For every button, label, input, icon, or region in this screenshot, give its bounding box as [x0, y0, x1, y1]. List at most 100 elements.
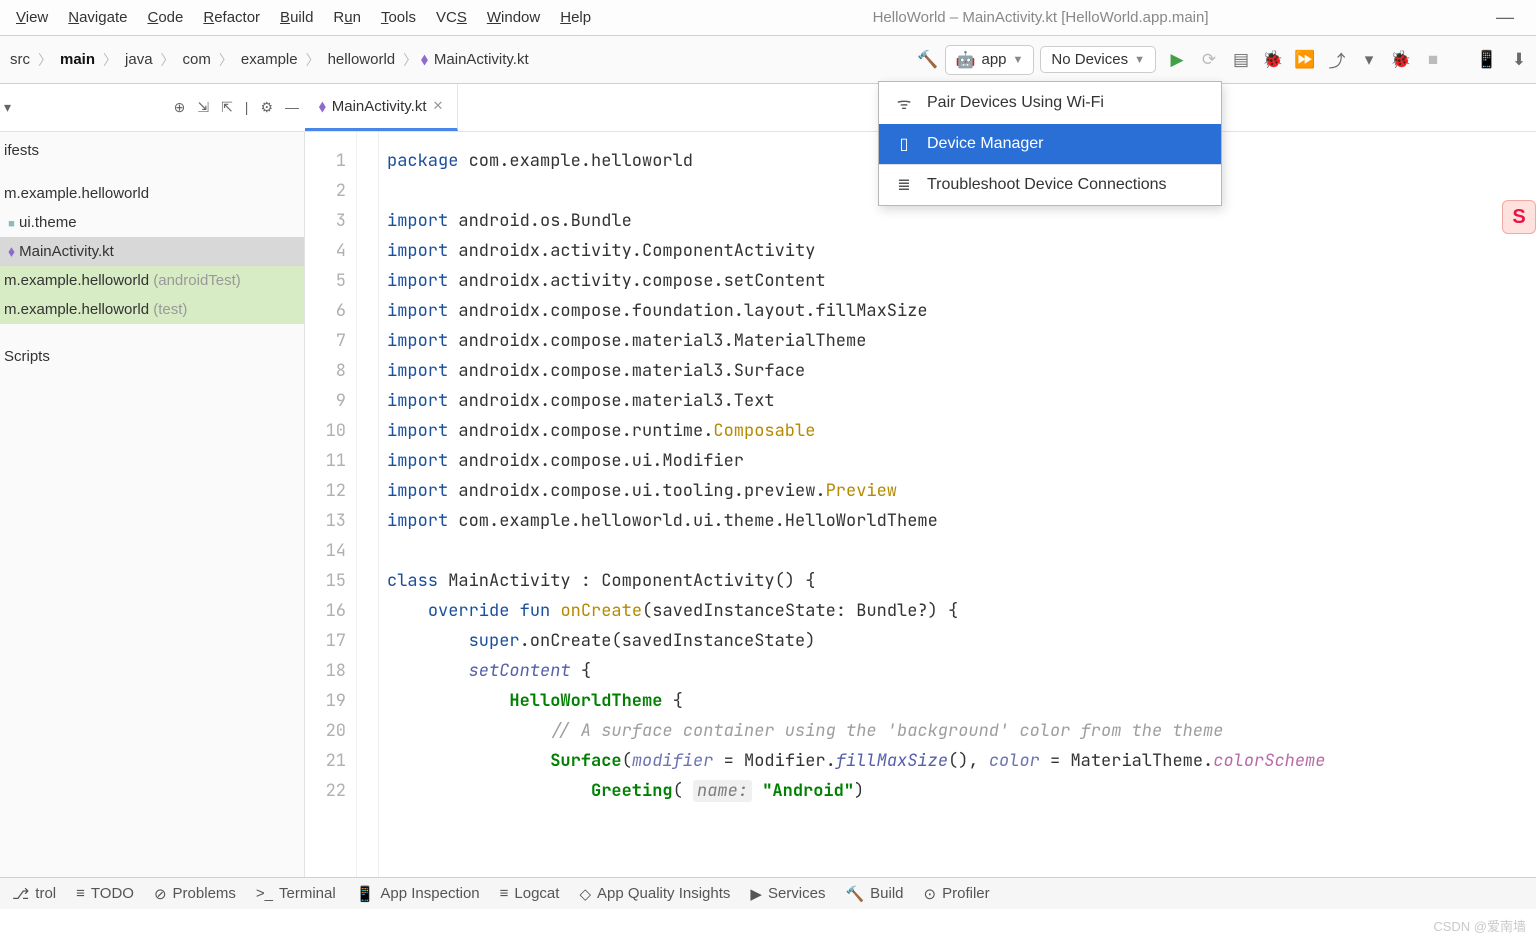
bottom-trol[interactable]: ⎇trol: [12, 885, 56, 903]
device-manager[interactable]: ▯ Device Manager: [879, 124, 1221, 164]
menu-window[interactable]: Window: [477, 5, 550, 30]
bottom-services[interactable]: ▶Services: [750, 885, 825, 903]
menu-refactor[interactable]: Refactor: [193, 5, 270, 30]
menu-run[interactable]: Run: [323, 5, 371, 30]
menu-build[interactable]: Build: [270, 5, 323, 30]
profile-icon[interactable]: ⏩: [1294, 49, 1316, 71]
run-actions: ▶ ⟳ ▤ 🐞 ⏩ ⤴ ▾ 🐞 ■ 📱 ⬇: [1166, 49, 1530, 71]
hammer-icon[interactable]: 🔨: [917, 49, 939, 71]
tool-icon: 🔨: [845, 885, 864, 903]
attach-icon[interactable]: ⤴: [1326, 49, 1348, 71]
tool-icon: >_: [256, 885, 273, 902]
tree-package[interactable]: m.example.helloworld: [0, 179, 304, 208]
devices-popup: ᯤ Pair Devices Using Wi-Fi ▯ Device Mana…: [878, 81, 1222, 206]
bottom-profiler[interactable]: ⊙Profiler: [924, 885, 990, 903]
tree-scripts[interactable]: Scripts: [0, 338, 304, 371]
minimize-icon[interactable]: —: [1480, 7, 1530, 28]
coverage-icon[interactable]: ▤: [1230, 49, 1252, 71]
bottom-app inspection[interactable]: 📱App Inspection: [356, 885, 480, 903]
chevron-icon: 〉: [304, 50, 322, 70]
tool-icon: ⊙: [924, 885, 937, 903]
crumb-file[interactable]: MainActivity.kt: [430, 49, 533, 70]
project-tree: ifests m.example.helloworld ■ ui.theme ⬧…: [0, 132, 305, 909]
breadcrumbs: src〉 main〉 java〉 com〉 example〉 helloworl…: [0, 49, 917, 70]
caret-down-icon: ▼: [1013, 54, 1024, 66]
menu-view[interactable]: VViewiew: [6, 5, 58, 30]
menu-navigate[interactable]: Navigate: [58, 5, 137, 30]
main-toolbar: src〉 main〉 java〉 com〉 example〉 helloworl…: [0, 36, 1536, 84]
more-run-icon[interactable]: ▾: [1358, 49, 1380, 71]
stop-icon[interactable]: ■: [1422, 49, 1444, 71]
pair-devices-wifi[interactable]: ᯤ Pair Devices Using Wi-Fi: [879, 82, 1221, 124]
tool-icon: ◇: [579, 885, 591, 903]
bottom-toolbar: ⎇trol ≡TODO ⊘Problems >_Terminal 📱App Inspec…: [0, 877, 1536, 909]
tree-theme[interactable]: ■ ui.theme: [0, 208, 304, 237]
wifi-icon: ᯤ: [895, 92, 913, 114]
bottom-todo[interactable]: ≡TODO: [76, 885, 134, 902]
run-config-label: app: [981, 51, 1006, 68]
crumb-src[interactable]: src: [6, 49, 34, 70]
target-icon[interactable]: ⊕: [174, 99, 186, 116]
expand-icon[interactable]: ⇲: [197, 99, 209, 116]
crumb-main[interactable]: main: [56, 49, 99, 70]
hide-icon[interactable]: —: [285, 99, 299, 116]
gear-icon[interactable]: ⚙: [260, 99, 273, 116]
run-icon[interactable]: ▶: [1166, 49, 1188, 71]
code-content[interactable]: package com.example.helloworld import an…: [379, 132, 1325, 909]
menu-code[interactable]: Code: [137, 5, 193, 30]
caret-down-icon: ▼: [1134, 54, 1145, 66]
avd-icon[interactable]: 📱: [1476, 49, 1498, 71]
crumb-com[interactable]: com: [179, 49, 215, 70]
sdk-icon[interactable]: ⬇: [1508, 49, 1530, 71]
bottom-terminal[interactable]: >_Terminal: [256, 885, 336, 902]
bottom-build[interactable]: 🔨Build: [845, 885, 903, 903]
android-icon: 🤖: [956, 50, 976, 70]
tool-icon: ⎇: [12, 885, 29, 903]
ime-badge-icon[interactable]: S: [1502, 200, 1536, 234]
tree-file-mainactivity[interactable]: ⬧ MainActivity.kt: [0, 237, 304, 266]
kotlin-file-icon: ⬧: [421, 51, 428, 68]
tree-test[interactable]: m.example.helloworld (test): [0, 295, 304, 324]
line-gutter: 12345678910111213141516171819202122: [305, 132, 357, 909]
tab-label: MainActivity.kt: [332, 98, 427, 115]
secondary-toolbar: ▾ ⊕ ⇲ ⇱ | ⚙ — ⬧ MainActivity.kt ✕ ≡Code …: [0, 84, 1536, 132]
menu-bar: VViewiew Navigate Code Refactor Build Ru…: [0, 0, 1536, 36]
collapse-icon[interactable]: ⇱: [221, 99, 233, 116]
crumb-example[interactable]: example: [237, 49, 302, 70]
device-dropdown[interactable]: No Devices ▼: [1040, 46, 1156, 73]
crumb-java[interactable]: java: [121, 49, 157, 70]
menu-tools[interactable]: Tools: [371, 5, 426, 30]
tree-androidtest[interactable]: m.example.helloworld (androidTest): [0, 266, 304, 295]
run-config-dropdown[interactable]: 🤖 app ▼: [945, 45, 1035, 75]
chevron-icon: 〉: [159, 50, 177, 70]
close-tab-icon[interactable]: ✕: [433, 98, 444, 114]
device-label: No Devices: [1051, 51, 1128, 68]
tab-mainactivity[interactable]: ⬧ MainActivity.kt ✕: [305, 84, 458, 131]
phone-icon: ▯: [895, 134, 913, 154]
troubleshoot-connections[interactable]: ≣ Troubleshoot Device Connections: [879, 165, 1221, 205]
android-debug-icon[interactable]: 🐞: [1390, 49, 1412, 71]
menu-vcs[interactable]: VCS: [426, 5, 477, 30]
main-area: ifests m.example.helloworld ■ ui.theme ⬧…: [0, 132, 1536, 909]
dropdown-caret-icon[interactable]: ▾: [4, 99, 11, 116]
bottom-logcat[interactable]: ≡Logcat: [500, 885, 560, 902]
kotlin-file-icon: ⬧: [319, 98, 326, 115]
watermark: CSDN @爱南墙: [1433, 916, 1526, 935]
bottom-problems[interactable]: ⊘Problems: [154, 885, 236, 903]
list-icon: ≣: [895, 175, 913, 195]
bottom-app quality insights[interactable]: ◇App Quality Insights: [579, 885, 730, 903]
tool-icon: ≡: [500, 885, 509, 902]
tool-icon: 📱: [356, 885, 375, 903]
fold-gutter: [357, 132, 379, 909]
code-editor[interactable]: 12345678910111213141516171819202122 pack…: [305, 132, 1536, 909]
window-title: HelloWorld – MainActivity.kt [HelloWorld…: [601, 9, 1480, 26]
debug-icon[interactable]: 🐞: [1262, 49, 1284, 71]
rerun-icon[interactable]: ⟳: [1198, 49, 1220, 71]
chevron-icon: 〉: [217, 50, 235, 70]
tool-icon: ▶: [750, 885, 762, 903]
menu-help[interactable]: Help: [550, 5, 601, 30]
chevron-icon: 〉: [401, 50, 419, 70]
tree-manifests[interactable]: ifests: [0, 132, 304, 165]
tool-icon: ⊘: [154, 885, 167, 903]
crumb-helloworld[interactable]: helloworld: [324, 49, 400, 70]
